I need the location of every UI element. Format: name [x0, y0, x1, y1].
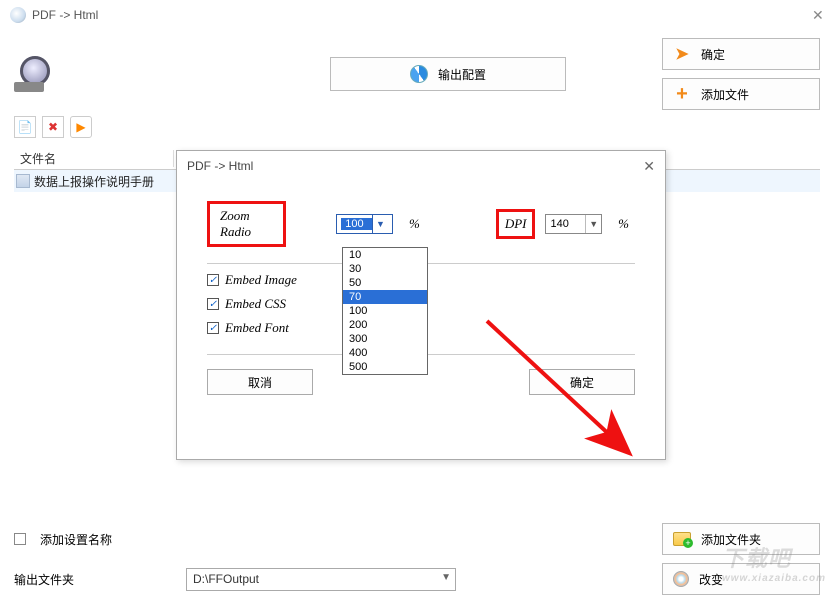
watermark: 下载吧 www.xiazaiba.com — [722, 541, 826, 584]
annotation-arrow — [477, 311, 677, 481]
zoom-radio-label: Zoom Radio — [207, 201, 286, 247]
chevron-down-icon[interactable]: ▼ — [585, 215, 601, 233]
output-folder-select[interactable]: D:\FFOutput ▼ — [186, 568, 456, 591]
disc-icon — [673, 571, 689, 587]
ok-button[interactable]: ➤ 确定 — [662, 38, 820, 70]
tool-delete-icon[interactable]: ✖ — [42, 116, 64, 138]
tool-file-icon[interactable]: 📄 — [14, 116, 36, 138]
embed-image-label: Embed Image — [225, 272, 297, 288]
output-config-label: 输出配置 — [438, 66, 486, 83]
col-filename: 文件名 — [14, 150, 174, 167]
output-folder-label: 输出文件夹 — [14, 571, 94, 588]
dropdown-option[interactable]: 30 — [343, 262, 427, 276]
output-config-button[interactable]: 输出配置 — [330, 57, 566, 91]
dropdown-option[interactable]: 100 — [343, 304, 427, 318]
dialog-title: PDF -> Html — [187, 159, 253, 173]
close-icon[interactable]: ✕ — [812, 9, 824, 21]
top-toolbar: 输出配置 ➤ 确定 + 添加文件 — [0, 30, 834, 114]
window-title: PDF -> Html — [32, 8, 98, 22]
dropdown-option[interactable]: 400 — [343, 346, 427, 360]
camera-icon — [14, 54, 58, 94]
dropdown-option[interactable]: 500 — [343, 360, 427, 374]
page-icon — [16, 174, 30, 188]
ok-label: 确定 — [701, 46, 725, 63]
checkbox-icon[interactable]: ✓ — [207, 274, 219, 286]
main-titlebar: PDF -> Html ✕ — [0, 0, 834, 30]
chevron-down-icon: ▼ — [441, 572, 451, 583]
add-preset-label: 添加设置名称 — [40, 531, 112, 548]
zoom-suffix: % — [403, 212, 426, 236]
dropdown-option[interactable]: 50 — [343, 276, 427, 290]
embed-css-label: Embed CSS — [225, 296, 286, 312]
dropdown-option[interactable]: 300 — [343, 332, 427, 346]
app-icon — [10, 7, 26, 23]
tool-play-icon[interactable]: ▶ — [70, 116, 92, 138]
checkbox-icon[interactable] — [14, 533, 26, 545]
dpi-value: 140 — [550, 218, 568, 230]
dpi-suffix: % — [612, 212, 635, 236]
output-folder-value: D:\FFOutput — [193, 572, 259, 586]
dpi-combo[interactable]: 140 ▼ — [545, 214, 602, 234]
checkbox-icon[interactable]: ✓ — [207, 298, 219, 310]
dialog-cancel-button[interactable]: 取消 — [207, 369, 313, 395]
folder-plus-icon: + — [673, 532, 691, 546]
arrow-right-icon: ➤ — [673, 45, 691, 63]
zoom-combo[interactable]: 100 ▼ — [336, 214, 393, 234]
dialog-titlebar: PDF -> Html ✕ — [177, 151, 665, 181]
dropdown-option[interactable]: 10 — [343, 248, 427, 262]
add-file-button[interactable]: + 添加文件 — [662, 78, 820, 110]
bottom-panel: 添加设置名称 + 添加文件夹 输出文件夹 D:\FFOutput ▼ 改变 — [14, 516, 820, 596]
swirl-icon — [410, 65, 428, 83]
dropdown-option[interactable]: 70 — [343, 290, 427, 304]
zoom-value: 100 — [341, 218, 372, 230]
change-label: 改变 — [699, 571, 723, 588]
zoom-dropdown-list[interactable]: 10305070100200300400500 — [342, 247, 428, 375]
embed-font-label: Embed Font — [225, 320, 289, 336]
file-name-cell: 数据上报操作说明手册 — [34, 173, 154, 190]
plus-icon: + — [673, 85, 691, 103]
chevron-down-icon[interactable]: ▼ — [372, 215, 388, 233]
add-file-label: 添加文件 — [701, 86, 749, 103]
mini-toolbar: 📄 ✖ ▶ — [0, 116, 834, 138]
dropdown-option[interactable]: 200 — [343, 318, 427, 332]
settings-dialog: PDF -> Html ✕ Zoom Radio 100 ▼ % DPI 140… — [176, 150, 666, 460]
dpi-label: DPI — [496, 209, 536, 239]
dialog-close-icon[interactable]: ✕ — [643, 158, 655, 175]
dialog-ok-button[interactable]: 确定 — [529, 369, 635, 395]
checkbox-icon[interactable]: ✓ — [207, 322, 219, 334]
